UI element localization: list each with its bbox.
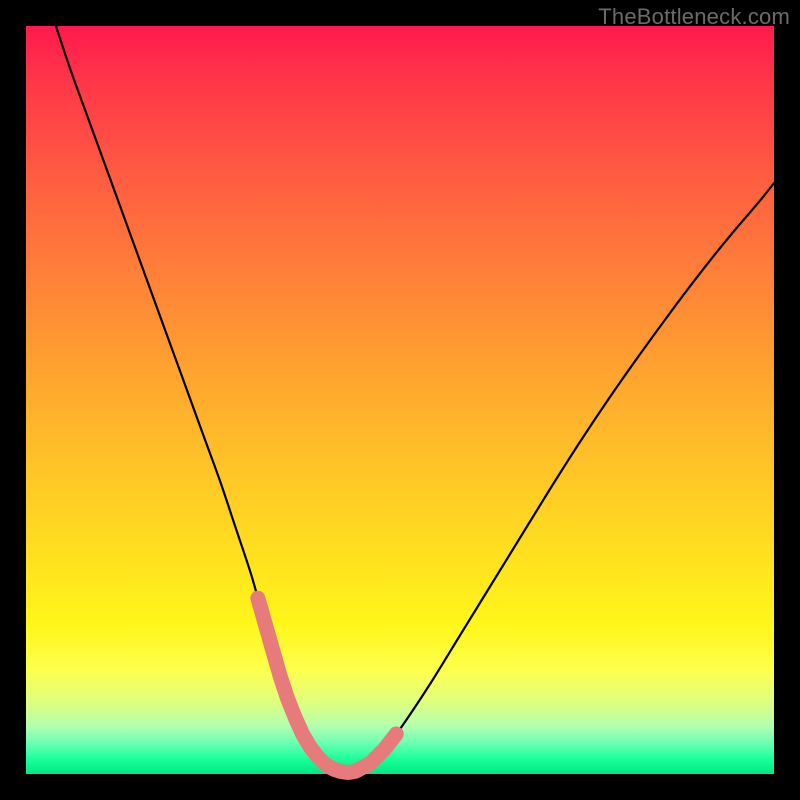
plot-area — [26, 26, 774, 774]
watermark-text: TheBottleneck.com — [598, 4, 790, 30]
marker-bottom-valley — [284, 688, 359, 772]
marker-right-slope — [359, 734, 396, 769]
bottleneck-curve — [56, 26, 774, 773]
marker-left-slope — [258, 598, 284, 688]
chart-frame: TheBottleneck.com — [0, 0, 800, 800]
curve-svg — [26, 26, 774, 774]
